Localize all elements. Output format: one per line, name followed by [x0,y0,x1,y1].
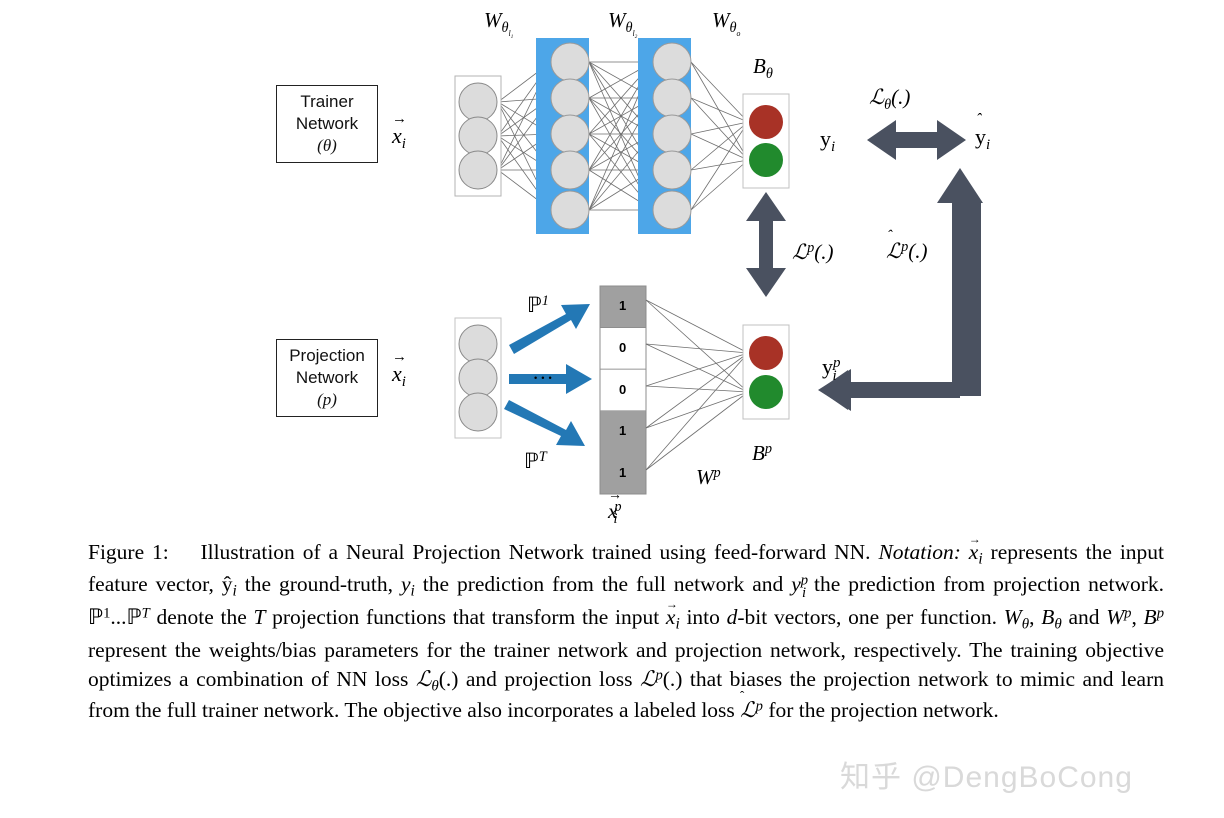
label-projection-fn-last: ℙT [524,449,547,474]
projection-cell-value-4: 1 [619,465,627,480]
label-projection-input: x → i [392,349,407,391]
trainer-output-node-red [749,105,783,139]
label-projection-vector: x → pi [608,488,622,528]
projection-cell-value-3: 1 [619,423,627,438]
hidden-layer-1-nodes [550,42,590,230]
trainer-edges-h2-out [690,61,749,211]
caption-title: Illustration of a Neural Projection Netw… [200,540,871,564]
projection-input-nodes [458,324,498,432]
trainer-output-node-green [749,143,783,177]
label-loss-p-hat: ℒ ̂ p(.) [886,239,928,264]
network-diagram-svg [454,38,983,495]
projection-box-line2: Network [295,368,359,388]
caption-notation-word: Notation: [878,540,961,564]
label-bias-p: Bp [752,441,772,466]
label-weight-p: Wp [696,465,721,490]
projection-edges [645,299,749,471]
projection-output-node-red [749,336,783,370]
figure-caption: Figure 1: Illustration of a Neural Proje… [88,532,1165,726]
trainer-input-nodes [458,82,498,190]
label-trainer-input: x → i [392,111,407,153]
projection-cell-value-1: 0 [619,340,627,355]
projection-box-line3: (p) [317,389,337,409]
trainer-box-line1: Trainer [300,92,354,112]
label-weight-layer1: Wθl1 [484,8,514,40]
projection-cell-value-0: 1 [619,298,627,313]
projection-arrow-pt [504,400,585,446]
label-weight-layer2: Wθl2 [608,8,638,40]
figure-illustration: Trainer Network (θ) Projection Network (… [0,0,1224,530]
label-weight-output: Wθo [712,8,741,38]
caption-label: Figure 1: [88,540,169,564]
projection-cell-value-2: 0 [619,382,627,397]
label-bias-theta: Bθ [753,54,773,82]
trainer-box-line3: (θ) [317,135,337,155]
loss-p-double-arrow [746,192,786,297]
projection-output-node-green [749,375,783,409]
hidden-layer-2-nodes [652,42,692,230]
label-projection-fn-first: ℙ1 [527,293,549,318]
watermark-text: 知乎 @DengBoCong [840,761,1133,794]
label-loss-theta: ℒθ(.) [869,85,911,113]
label-y-i: yi [820,126,836,156]
projection-arrow-p1 [509,304,590,354]
label-y-i-p: ypi [822,354,841,384]
projection-network-box: Projection Network (p) [276,339,378,417]
label-y-hat-i: ŷi [975,124,991,154]
projection-box-line1: Projection [289,346,365,366]
loss-p-hat-arrow [818,168,983,411]
trainer-box-line2: Network [295,114,359,134]
caption-body: x → i represents the input feature vector,… [88,532,1165,724]
trainer-network-box: Trainer Network (θ) [276,85,378,163]
label-loss-p: ℒp(.) [792,240,834,265]
loss-theta-double-arrow [867,120,966,160]
label-projection-fn-dots: ... [533,360,555,384]
